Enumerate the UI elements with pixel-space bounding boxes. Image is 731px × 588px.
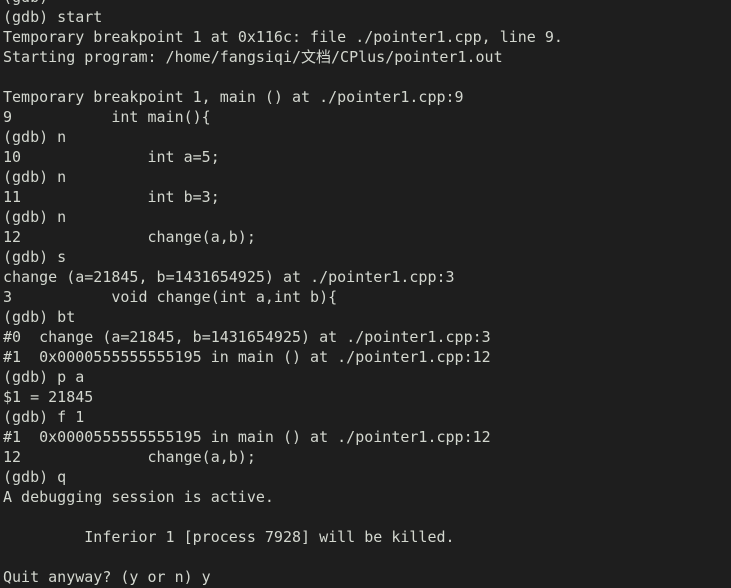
text-run-default: (gdb) n — [3, 168, 67, 186]
text-run-default: () at — [273, 348, 338, 366]
text-run-default: (gdb) start — [3, 8, 103, 26]
line-src-10: 10 int a=5; — [0, 147, 731, 167]
text-run-file_path: ./pointer1.cpp — [310, 268, 437, 286]
text-run-default: 3 void change(int a,int b){ — [3, 288, 338, 306]
text-run-default: () at — [255, 88, 320, 106]
text-run-default: (gdb) f 1 — [3, 408, 85, 426]
line-cmd-bt: (gdb) bt — [0, 307, 731, 327]
line-cmd-n-3: (gdb) n — [0, 207, 731, 227]
line-starting-program: Starting program: /home/fangsiqi/文档/CPlu… — [0, 47, 731, 67]
text-run-function_name: main — [237, 428, 274, 446]
text-run-default: () at — [273, 428, 338, 446]
line-blank-1 — [0, 67, 731, 87]
text-run-default: #1 — [3, 348, 40, 366]
line-scrollback-clipped: (gdb) — [0, 0, 731, 7]
text-run-default: 12 change(a,b); — [3, 228, 256, 246]
line-frame-0: #0 change (a=21845, b=1431654925) at ./p… — [0, 327, 731, 347]
text-run-default: =21845, — [84, 268, 157, 286]
text-run-file_path: ./pointer1.cpp — [346, 328, 473, 346]
text-run-default: :12 — [463, 428, 491, 446]
text-run-file_path: ./pointer1.cpp — [337, 428, 464, 446]
line-cmd-s: (gdb) s — [0, 247, 731, 267]
text-run-default: A debugging session is active. — [3, 488, 274, 506]
terminal-screen-buffer: (gdb) (gdb) startTemporary breakpoint 1 … — [0, 0, 731, 588]
line-temp-breakpoint-set: Temporary breakpoint 1 at 0x116c: file .… — [0, 27, 731, 47]
text-run-default: :3 — [436, 268, 455, 286]
line-src-12-b: 12 change(a,b); — [0, 447, 731, 467]
text-run-default: in — [201, 428, 238, 446]
text-run-default: Inferior 1 [process 7928] will be killed… — [3, 528, 455, 546]
text-run-default: :3 — [472, 328, 491, 346]
text-run-default: #0 — [3, 328, 40, 346]
text-run-default: 9 int main(){ — [3, 108, 211, 126]
text-run-variable_name: a — [75, 268, 85, 286]
line-session-active: A debugging session is active. — [0, 487, 731, 507]
line-step-into-change: change (a=21845, b=1431654925) at ./poin… — [0, 267, 731, 287]
text-run-default: =21845, — [120, 328, 193, 346]
text-run-default: #1 — [3, 428, 40, 446]
terminal-window[interactable]: (gdb) (gdb) startTemporary breakpoint 1 … — [0, 0, 731, 588]
text-run-default: $1 = 21845 — [3, 388, 94, 406]
line-cmd-p-a: (gdb) p a — [0, 367, 731, 387]
line-blank-2 — [0, 507, 731, 527]
text-run-default: 11 int b=3; — [3, 188, 220, 206]
text-run-file_path: ./pointer1.cpp — [355, 28, 482, 46]
text-run-function_name: main — [219, 88, 256, 106]
line-cmd-q: (gdb) q — [0, 467, 731, 487]
text-run-default: (gdb) bt — [3, 308, 76, 326]
text-run-function_name: main — [237, 348, 274, 366]
text-run-file_path: ./pointer1.cpp — [337, 348, 464, 366]
text-run-file_path: ./pointer1.cpp — [319, 88, 446, 106]
text-run-default: Quit anyway? (y or n) y — [3, 568, 211, 586]
text-run-function_name: change — [39, 328, 94, 346]
text-run-default: , line 9. — [481, 28, 563, 46]
text-run-default: (gdb) n — [3, 208, 67, 226]
text-run-default: (gdb) p a — [3, 368, 85, 386]
line-frame-1-bt: #1 0x0000555555555195 in main () at ./po… — [0, 347, 731, 367]
line-src-3: 3 void change(int a,int b){ — [0, 287, 731, 307]
text-run-default: (gdb) s — [3, 248, 67, 266]
line-temp-breakpoint-hit: Temporary breakpoint 1, main () at ./poi… — [0, 87, 731, 107]
text-run-default: 12 change(a,b); — [3, 448, 256, 466]
line-src-9: 9 int main(){ — [0, 107, 731, 127]
text-run-default: :12 — [463, 348, 491, 366]
text-run-variable_name: b — [156, 268, 166, 286]
text-run-default: =1431654925) at — [201, 328, 347, 346]
text-run-default: ( — [93, 328, 112, 346]
text-run-default: ( — [57, 268, 76, 286]
text-run-address: 0x0000555555555195 — [39, 428, 202, 446]
text-run-default: =1431654925) at — [165, 268, 311, 286]
line-blank-3 — [0, 547, 731, 567]
text-run-default: :9 — [445, 88, 464, 106]
line-cmd-n-2: (gdb) n — [0, 167, 731, 187]
text-run-default: (gdb) n — [3, 128, 67, 146]
text-run-default: Temporary breakpoint 1 at — [3, 28, 238, 46]
text-run-default: 10 int a=5; — [3, 148, 220, 166]
text-run-default: Temporary breakpoint 1, — [3, 88, 220, 106]
text-run-function_name: change — [3, 268, 58, 286]
line-print-result: $1 = 21845 — [0, 387, 731, 407]
text-run-default: in — [201, 348, 238, 366]
line-inferior-killed: Inferior 1 [process 7928] will be killed… — [0, 527, 731, 547]
line-cmd-f-1: (gdb) f 1 — [0, 407, 731, 427]
text-run-address: 0x116c — [237, 28, 292, 46]
text-run-default: (gdb) q — [3, 468, 67, 486]
line-src-11: 11 int b=3; — [0, 187, 731, 207]
line-frame-1-f: #1 0x0000555555555195 in main () at ./po… — [0, 427, 731, 447]
text-run-default: Starting program: /home/fangsiqi/文档/CPlu… — [3, 48, 503, 66]
line-cmd-start: (gdb) start — [0, 7, 731, 27]
line-quit-prompt: Quit anyway? (y or n) y — [0, 567, 731, 587]
text-run-default: : file — [292, 28, 356, 46]
text-run-default: (gdb) — [3, 0, 57, 6]
text-run-variable_name: b — [192, 328, 202, 346]
line-src-12-a: 12 change(a,b); — [0, 227, 731, 247]
text-run-address: 0x0000555555555195 — [39, 348, 202, 366]
line-cmd-n-1: (gdb) n — [0, 127, 731, 147]
